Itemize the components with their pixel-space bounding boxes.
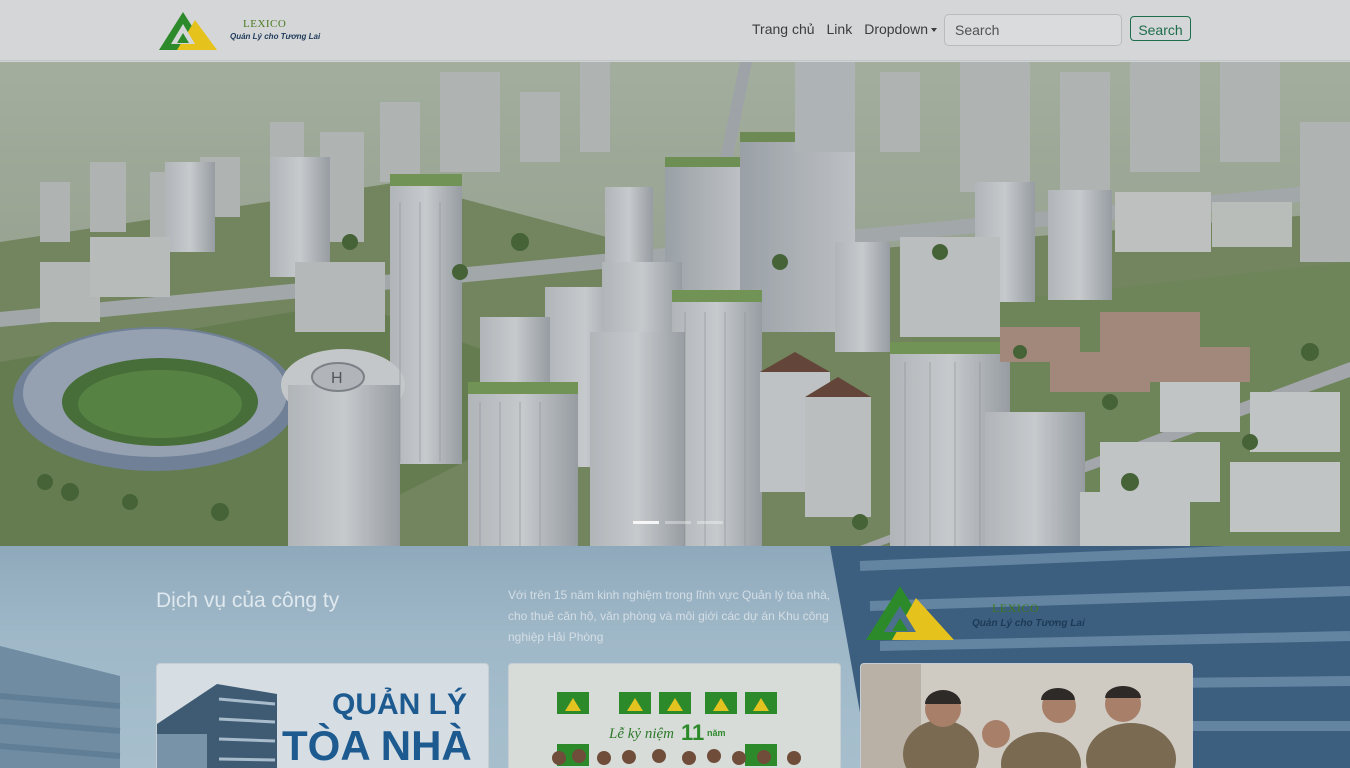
nav-link-home[interactable]: Trang chủ	[752, 21, 815, 37]
hero-carousel: H	[0, 62, 1350, 546]
services-title: Dịch vụ của công ty	[156, 589, 340, 612]
service-card-anniversary[interactable]: Lễ kỷ niệm 11 năm	[508, 663, 841, 768]
logo-icon	[159, 12, 217, 50]
caret-down-icon	[931, 28, 938, 33]
services-logo-tagline: Quản Lý cho Tương Lai	[972, 618, 1085, 629]
hero-city-image: H	[0, 62, 1350, 546]
card-anniversary-caption: Lễ kỷ niệm	[609, 726, 674, 742]
services-description: Với trên 15 năm kinh nghiệm trong lĩnh v…	[508, 588, 831, 644]
brand-name: LEXICO	[243, 18, 287, 30]
nav-menu: Trang chủ Link Dropdown	[752, 21, 938, 37]
search-input[interactable]	[944, 14, 1122, 46]
carousel-indicator-1[interactable]	[633, 521, 659, 524]
card-title-line1: QUẢN LÝ	[332, 688, 467, 721]
card-title-line2: TÒA NHÀ	[282, 722, 472, 768]
carousel-indicator-3[interactable]	[697, 521, 723, 524]
nav-dropdown-label: Dropdown	[864, 21, 929, 37]
carousel-indicators	[633, 521, 723, 524]
search-button[interactable]: Search	[1130, 16, 1191, 41]
service-card-team[interactable]	[860, 663, 1193, 768]
nav-link-link[interactable]: Link	[827, 21, 853, 37]
brand-logo-link[interactable]: LEXICO Quản Lý cho Tương Lai	[157, 8, 321, 54]
card-anniversary-number: 11	[681, 720, 705, 745]
navbar: LEXICO Quản Lý cho Tương Lai Trang chủ L…	[0, 0, 1350, 61]
card-team-image	[861, 664, 1192, 768]
card-anniversary-image	[509, 664, 840, 768]
carousel-indicator-2[interactable]	[665, 521, 691, 524]
brand-tagline: Quản Lý cho Tương Lai	[230, 32, 321, 41]
card-anniversary-unit: năm	[707, 728, 726, 738]
services-section: Dịch vụ của công ty Với trên 15 năm kinh…	[0, 546, 1350, 768]
service-card-building-management[interactable]: QUẢN LÝ TÒA NHÀ	[156, 663, 489, 768]
logo-icon	[866, 586, 954, 640]
services-logo-name: LEXICO	[992, 601, 1039, 615]
nav-dropdown[interactable]: Dropdown	[864, 21, 938, 37]
